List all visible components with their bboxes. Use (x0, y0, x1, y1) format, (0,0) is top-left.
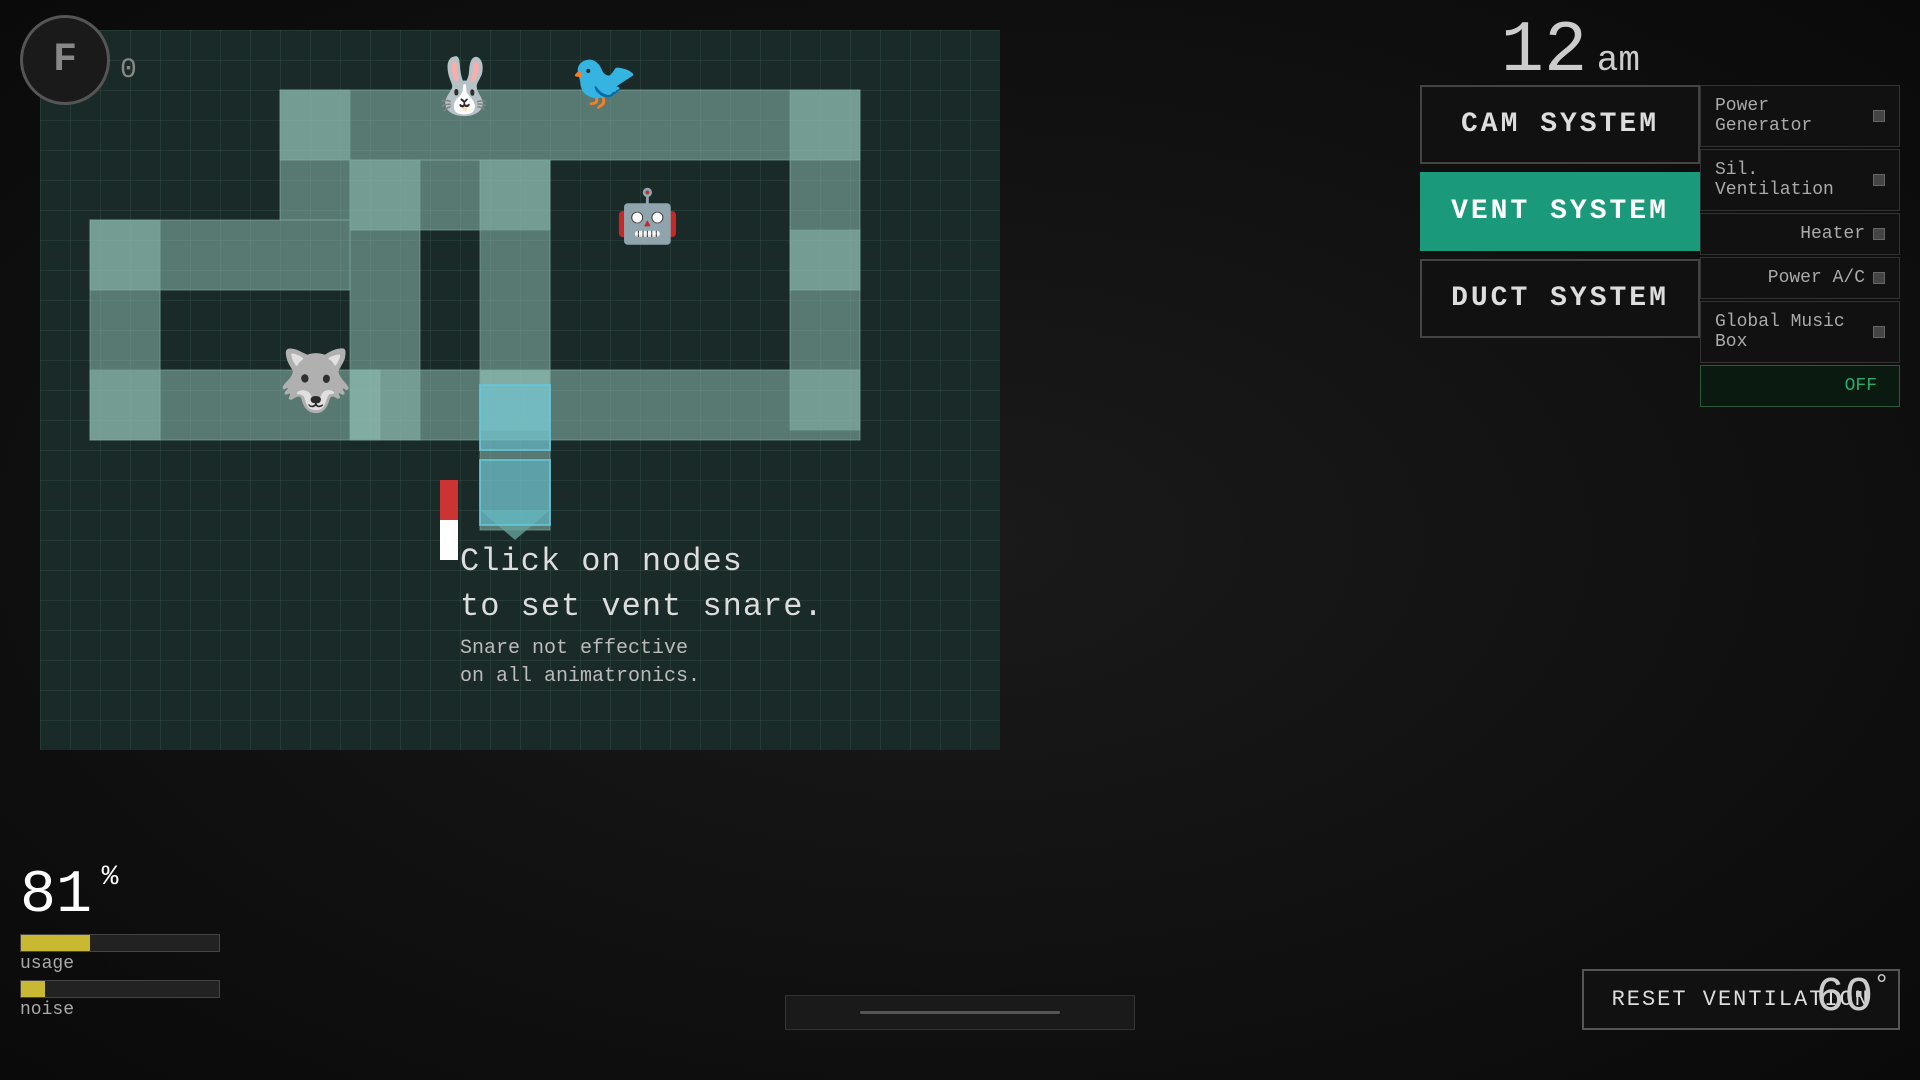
heater-label: Heater (1800, 224, 1865, 244)
usage-bar-track (20, 934, 220, 952)
noise-label: noise (20, 1000, 220, 1020)
percent-sign: % (102, 862, 119, 893)
sub-options: Power Generator Sil. Ventilation Heater … (1700, 85, 1900, 407)
temperature-display: 60° (1816, 971, 1890, 1025)
usage-label: usage (20, 954, 220, 974)
side-option-power-ac[interactable]: Power A/C (1700, 257, 1900, 299)
side-option-sil-ventilation[interactable]: Sil. Ventilation (1700, 149, 1900, 211)
vent-system-button[interactable]: VENT SYSTEM (1420, 172, 1700, 251)
sil-ventilation-label: Sil. Ventilation (1715, 160, 1865, 200)
heater-dot (1873, 228, 1885, 240)
power-generator-label: Power Generator (1715, 96, 1865, 136)
bar-container: usage noise (20, 934, 220, 1020)
logo-letter: F (53, 38, 77, 83)
bottom-bar-line (860, 1011, 1060, 1014)
instruction-main: Click on nodes to set vent snare. (460, 540, 824, 630)
global-music-box-dot (1873, 326, 1885, 338)
animatronic-springtrap: 🐰 (430, 55, 498, 124)
usage-bar-row: usage (20, 934, 220, 974)
main-buttons: CAM SYSTEM VENT SYSTEM DUCT SYSTEM (1420, 85, 1700, 338)
logo-circle: F (20, 15, 110, 105)
animatronic-chica: 🐦 (570, 50, 638, 119)
instructions: Click on nodes to set vent snare. Snare … (460, 540, 824, 691)
global-music-box-label: Global Music Box (1715, 312, 1865, 352)
bottom-status: 81 % usage noise (20, 862, 220, 1020)
usage-bar-fill (21, 935, 90, 951)
side-option-global-music-box[interactable]: Global Music Box (1700, 301, 1900, 363)
instruction-sub2: on all animatronics. (460, 665, 700, 688)
percentage-value: 81 (20, 862, 92, 930)
side-option-off[interactable]: OFF (1700, 365, 1900, 407)
power-ac-label: Power A/C (1768, 268, 1865, 288)
noise-bar-fill (21, 981, 45, 997)
duct-system-button[interactable]: DUCT SYSTEM (1420, 259, 1700, 338)
power-ac-dot (1873, 272, 1885, 284)
power-generator-dot (1873, 110, 1885, 122)
time-hour: 12 (1501, 10, 1587, 92)
side-option-power-generator[interactable]: Power Generator (1700, 85, 1900, 147)
score-display: 0 (120, 55, 137, 86)
temperature-unit: ° (1873, 971, 1890, 1002)
bottom-center-bar (785, 995, 1135, 1030)
off-label: OFF (1845, 376, 1877, 396)
systems-container: CAM SYSTEM VENT SYSTEM DUCT SYSTEM Power… (1420, 85, 1900, 407)
instruction-line1: Click on nodes (460, 543, 743, 580)
instruction-sub1: Snare not effective (460, 637, 688, 660)
temperature-value: 60 (1816, 971, 1874, 1025)
cam-system-button[interactable]: CAM SYSTEM (1420, 85, 1700, 164)
noise-bar-track (20, 980, 220, 998)
sil-ventilation-dot (1873, 174, 1885, 186)
instruction-line2: to set vent snare. (460, 588, 824, 625)
animatronic-mangle: 🐺 (278, 345, 353, 420)
instruction-sub: Snare not effective on all animatronics. (460, 635, 824, 691)
noise-bar-row: noise (20, 980, 220, 1020)
animatronic-ennard: 🤖 (615, 185, 680, 253)
time-ampm: am (1597, 40, 1640, 81)
side-option-heater[interactable]: Heater (1700, 213, 1900, 255)
score-value: 0 (120, 55, 137, 86)
